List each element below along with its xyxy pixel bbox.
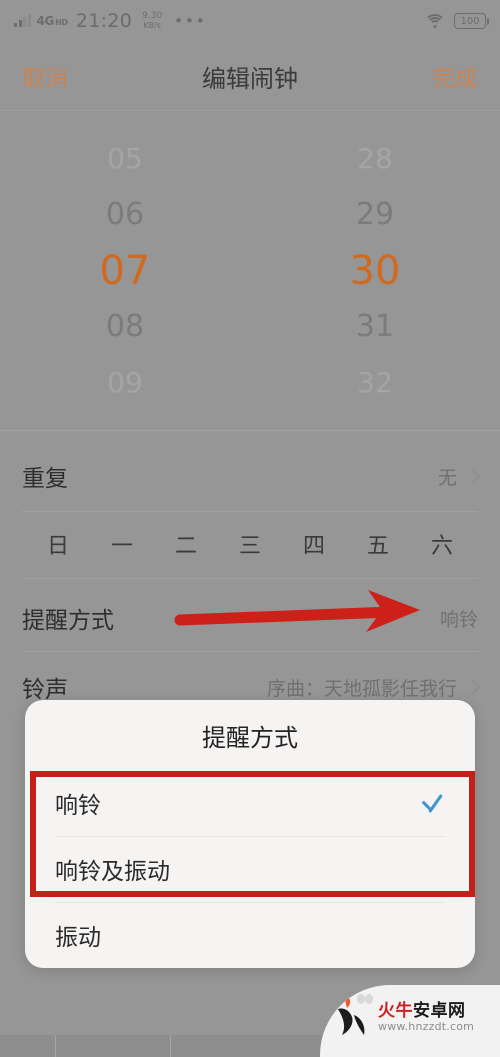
weekday-selector[interactable]: 日 一 二 三 四 五 六 — [0, 513, 500, 575]
watermark-url: www.hnzzdt.com — [378, 1020, 475, 1034]
hour-option-selected[interactable]: 07 — [0, 243, 250, 299]
ringtone-value-text: 序曲：天地孤影任我行 — [266, 677, 457, 700]
status-bar-right: 100 — [424, 13, 489, 29]
weekday-thu[interactable]: 四 — [282, 528, 346, 560]
battery-level-label: 100 — [460, 15, 480, 27]
ringtone-value: 序曲：天地孤影任我行 — [266, 674, 481, 701]
dialog-option-label: 振动 — [55, 925, 101, 951]
reminder-mode-value: 响铃 — [440, 605, 478, 632]
signal-strength-icon — [14, 13, 31, 27]
overflow-dots-icon: ••• — [174, 12, 207, 30]
repeat-value-text: 无 — [437, 466, 457, 489]
row-divider — [22, 578, 478, 579]
chevron-right-icon — [464, 679, 481, 695]
page-title: 编辑闹钟 — [202, 64, 298, 93]
dialog-option-label: 响铃 — [55, 793, 101, 819]
cancel-button[interactable]: 取消 — [22, 59, 68, 93]
network-type-indicator: 4G HD — [36, 14, 69, 28]
hour-wheel[interactable]: 05 06 07 08 09 — [0, 112, 250, 430]
minute-option-selected[interactable]: 30 — [250, 243, 500, 299]
hour-option[interactable]: 05 — [0, 131, 250, 187]
watermark: 火牛安卓网 www.hnzzdt.com — [320, 985, 500, 1057]
repeat-row[interactable]: 重复 无 — [0, 443, 500, 509]
dialog-option-ring-and-vibrate[interactable]: 响铃及振动 — [25, 836, 475, 902]
weekday-fri[interactable]: 五 — [346, 528, 410, 560]
navigation-divider — [0, 110, 500, 111]
reminder-mode-row[interactable]: 提醒方式 响铃 — [0, 585, 500, 651]
phone-screen: 4G HD 21:20 9.30 KB/s ••• 100 取消 编辑闹钟 完成 — [0, 0, 500, 1057]
network-hd-label: HD — [55, 18, 68, 27]
repeat-value: 无 — [437, 463, 481, 490]
dialog-option-label: 响铃及振动 — [55, 859, 170, 885]
navigation-bar: 取消 编辑闹钟 完成 — [0, 42, 500, 110]
watermark-title-black: 安卓网 — [413, 1001, 466, 1022]
reminder-mode-dialog: 提醒方式 响铃 响铃及振动 振动 — [25, 700, 475, 968]
network-speed-indicator: 9.30 KB/s — [142, 11, 162, 30]
dialog-title: 提醒方式 — [202, 723, 298, 752]
reminder-mode-value-text: 响铃 — [439, 608, 478, 631]
minute-option[interactable]: 28 — [250, 131, 500, 187]
watermark-title: 火牛安卓网 — [378, 1001, 474, 1022]
repeat-label: 重复 — [22, 466, 68, 492]
reminder-mode-label: 提醒方式 — [22, 608, 114, 634]
battery-icon: 100 — [454, 13, 489, 29]
watermark-text: 火牛安卓网 www.hnzzdt.com — [378, 1001, 475, 1034]
network-speed-unit: KB/s — [143, 20, 161, 30]
wifi-icon — [424, 13, 446, 29]
option-divider — [55, 902, 445, 903]
minute-option[interactable]: 31 — [250, 299, 500, 355]
status-bar-clock: 21:20 — [75, 10, 133, 32]
ringtone-label: 铃声 — [22, 677, 68, 703]
minute-wheel[interactable]: 28 29 30 31 32 — [250, 112, 500, 430]
time-picker[interactable]: 05 06 07 08 09 28 29 30 31 32 — [0, 112, 500, 430]
minute-option[interactable]: 32 — [250, 355, 500, 411]
hour-option[interactable]: 06 — [0, 187, 250, 243]
dialog-option-ring[interactable]: 响铃 — [25, 770, 475, 836]
weekday-mon[interactable]: 一 — [90, 528, 154, 560]
network-type-label: 4G — [36, 14, 55, 28]
minute-option[interactable]: 29 — [250, 187, 500, 243]
dialog-option-vibrate[interactable]: 振动 — [25, 902, 475, 968]
bull-logo-icon — [338, 994, 373, 1035]
watermark-title-red: 火牛 — [378, 1001, 413, 1022]
check-icon — [419, 790, 445, 816]
hour-option[interactable]: 08 — [0, 299, 250, 355]
weekday-tue[interactable]: 二 — [154, 528, 218, 560]
weekday-sat[interactable]: 六 — [410, 528, 474, 560]
section-divider — [0, 430, 500, 431]
status-bar-left: 4G HD 21:20 9.30 KB/s ••• — [14, 10, 207, 32]
hour-option[interactable]: 09 — [0, 355, 250, 411]
status-bar: 4G HD 21:20 9.30 KB/s ••• 100 — [0, 0, 500, 42]
weekday-sun[interactable]: 日 — [26, 528, 90, 560]
watermark-content: 火牛安卓网 www.hnzzdt.com — [330, 993, 474, 1043]
row-divider — [22, 651, 478, 652]
done-button[interactable]: 完成 — [432, 59, 478, 93]
option-divider — [55, 836, 445, 837]
row-divider — [22, 511, 478, 512]
chevron-right-icon — [464, 468, 481, 484]
weekday-wed[interactable]: 三 — [218, 528, 282, 560]
